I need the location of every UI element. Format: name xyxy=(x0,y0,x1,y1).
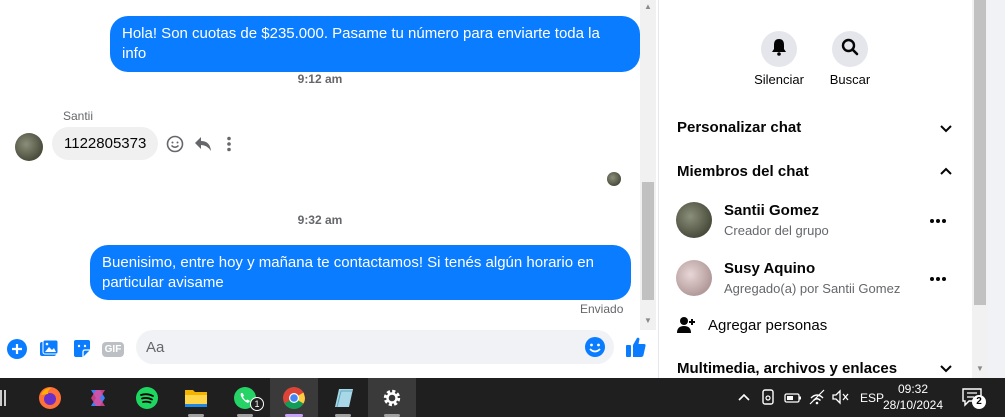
timestamp: 9:12 am xyxy=(297,72,343,86)
member-name[interactable]: Susy Aquino xyxy=(724,260,815,277)
chat-info-panel: Silenciar Buscar Personalizar chat Miemb… xyxy=(658,0,972,378)
add-people-button[interactable]: Agregar personas xyxy=(708,317,827,334)
member-options-icon[interactable] xyxy=(929,266,947,287)
member-role: Creador del grupo xyxy=(724,223,829,238)
member-avatar[interactable] xyxy=(676,260,712,296)
chat-scrollbar-thumb[interactable] xyxy=(642,182,654,300)
timestamp: 9:32 am xyxy=(297,213,343,227)
panel-scrollbar-thumb[interactable] xyxy=(974,0,986,305)
message-line: Buenisimo, entre hoy y mañana te contact… xyxy=(102,254,594,271)
message-input[interactable] xyxy=(146,336,576,358)
mute-button[interactable] xyxy=(761,31,797,67)
whatsapp-icon[interactable]: 1 xyxy=(221,378,269,417)
media-section[interactable]: Multimedia, archivos y enlaces xyxy=(677,360,897,377)
photo-icon[interactable] xyxy=(38,338,60,360)
incoming-message: 1122805373 xyxy=(52,127,159,160)
clock-time: 09:32 xyxy=(897,382,929,396)
sticker-icon[interactable] xyxy=(71,338,93,360)
outgoing-message: Hola! Son cuotas de $235.000. Pasame tu … xyxy=(110,16,640,72)
avatar[interactable] xyxy=(15,133,43,161)
notification-count: 2 xyxy=(972,395,986,409)
gif-icon[interactable]: GIF xyxy=(101,338,125,360)
members-section[interactable]: Miembros del chat xyxy=(677,163,809,180)
apps-icon[interactable] xyxy=(0,390,8,411)
delivery-status: Enviado xyxy=(580,302,624,316)
volume-muted-icon[interactable] xyxy=(831,389,849,410)
search-button[interactable] xyxy=(832,31,868,67)
composer: GIF xyxy=(0,330,656,378)
gif-label: GIF xyxy=(101,341,125,357)
mute-label: Silenciar xyxy=(754,72,804,87)
customize-chat-section[interactable]: Personalizar chat xyxy=(677,119,801,136)
chrome-icon[interactable] xyxy=(270,378,318,417)
search-label: Buscar xyxy=(829,72,871,87)
message-line: particular avisame xyxy=(102,274,224,291)
more-options-icon[interactable] xyxy=(225,136,233,157)
clock-date: 28/10/2024 xyxy=(882,398,944,412)
clock[interactable]: 09:32 28/10/2024 xyxy=(878,381,948,413)
add-person-icon[interactable] xyxy=(676,316,696,339)
sender-name: Santii xyxy=(63,109,94,123)
chevron-up-icon[interactable] xyxy=(939,164,953,178)
read-receipt-avatar xyxy=(607,172,621,186)
bell-icon xyxy=(771,38,787,61)
react-icon[interactable] xyxy=(166,135,184,158)
member-avatar[interactable] xyxy=(676,202,712,238)
chat-thread: Hola! Son cuotas de $235.000. Pasame tu … xyxy=(0,0,640,330)
copilot-icon[interactable] xyxy=(74,378,122,417)
battery-icon[interactable] xyxy=(784,391,802,409)
search-icon xyxy=(841,38,859,61)
phone-link-icon[interactable] xyxy=(761,389,775,410)
taskbar: 1 ESP 09:32 28/10/2024 2 xyxy=(0,378,1005,417)
scroll-down-arrow[interactable]: ▼ xyxy=(642,316,654,325)
outgoing-message: Buenisimo, entre hoy y mañana te contact… xyxy=(90,245,631,300)
member-name[interactable]: Santii Gomez xyxy=(724,202,819,219)
firefox-icon[interactable] xyxy=(26,378,74,417)
spotify-icon[interactable] xyxy=(123,378,171,417)
notes-app-icon[interactable] xyxy=(319,378,367,417)
file-explorer-icon[interactable] xyxy=(172,378,220,417)
notification-badge: 1 xyxy=(250,397,264,411)
reply-icon[interactable] xyxy=(194,136,212,157)
emoji-icon[interactable] xyxy=(584,336,606,363)
add-icon[interactable] xyxy=(6,338,28,360)
settings-icon[interactable] xyxy=(368,378,416,417)
member-role: Agregado(a) por Santii Gomez xyxy=(724,281,901,296)
chevron-down-icon[interactable] xyxy=(939,122,953,136)
message-input-box[interactable] xyxy=(136,330,614,364)
scroll-down-arrow[interactable]: ▼ xyxy=(974,364,986,373)
member-options-icon[interactable] xyxy=(929,208,947,229)
scroll-up-arrow[interactable]: ▲ xyxy=(642,2,654,11)
like-icon[interactable] xyxy=(624,335,648,359)
wifi-icon[interactable] xyxy=(809,389,825,410)
notifications-icon[interactable]: 2 xyxy=(962,387,986,412)
chevron-up-icon[interactable] xyxy=(737,390,751,409)
chevron-down-icon[interactable] xyxy=(939,362,953,376)
